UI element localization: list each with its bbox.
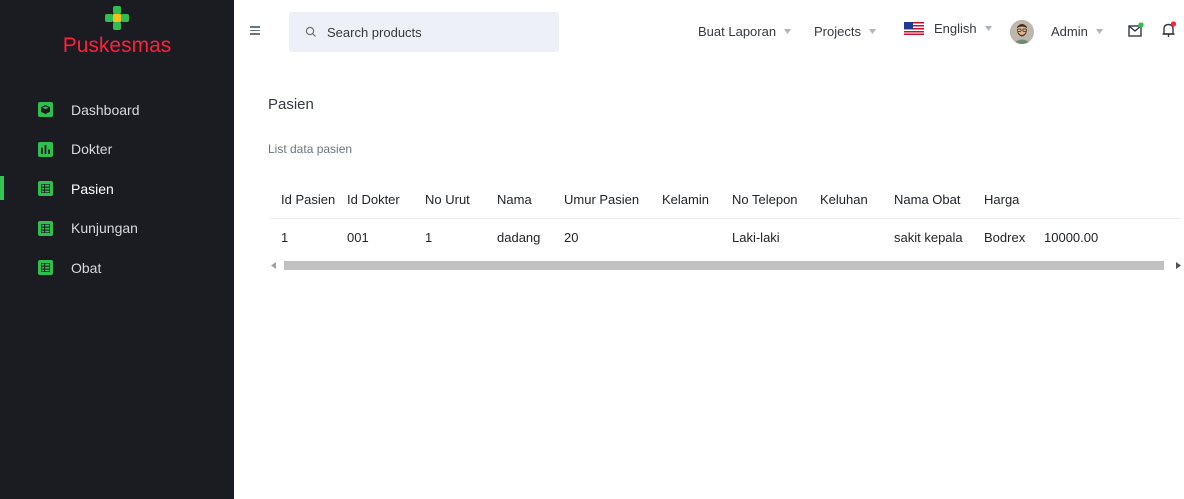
table-cell: 1	[425, 229, 433, 245]
column-header: No Urut	[425, 182, 497, 219]
chevron-down-icon	[984, 26, 992, 31]
user-dropdown-label: Admin	[1051, 24, 1088, 39]
table-cell: Laki-laki	[732, 229, 780, 245]
sidebar-item-label: Obat	[71, 259, 102, 276]
column-header: Harga	[984, 182, 1044, 219]
column-header: Keluhan	[820, 182, 894, 219]
mail-icon[interactable]	[1127, 21, 1145, 39]
menu-toggle-icon[interactable]	[250, 26, 260, 35]
search-icon	[305, 26, 316, 37]
search-input[interactable]	[327, 24, 547, 40]
bell-icon[interactable]	[1160, 21, 1178, 39]
bar-chart-icon	[38, 141, 53, 157]
main-content: Pasien List data pasien Id Pasien Id Dok…	[234, 66, 1184, 499]
sidebar-item-label: Dokter	[71, 141, 113, 158]
page-subtitle: List data pasien	[268, 142, 353, 156]
search-box[interactable]	[289, 12, 559, 52]
scroll-left-arrow-icon[interactable]	[270, 262, 278, 269]
sidebar-item-label: Kunjungan	[71, 220, 138, 237]
table-cell: 001	[347, 229, 369, 245]
table-cell: 10000.00	[1044, 229, 1099, 245]
language-dropdown-label: English	[934, 21, 977, 36]
us-flag-icon	[904, 22, 924, 35]
report-dropdown[interactable]: Buat Laporan	[698, 24, 792, 39]
brand-name: Puskesmas	[62, 34, 172, 57]
scroll-right-arrow-icon[interactable]	[1174, 262, 1182, 269]
sidebar-item-kunjungan[interactable]: Kunjungan	[0, 209, 234, 249]
table-row[interactable]: 1 001 1 dadang 20 Laki-laki sakit kepala…	[270, 218, 1181, 256]
table-cell	[820, 218, 894, 256]
scrollbar-thumb[interactable]	[284, 261, 1164, 270]
table-icon	[38, 260, 53, 276]
brand[interactable]: Puskesmas	[0, 0, 234, 86]
table-cell: dadang	[497, 229, 541, 245]
column-header: Nama Obat	[894, 182, 984, 219]
patient-table-container: Id Pasien Id Dokter No Urut Nama Umur Pa…	[270, 182, 1182, 256]
sidebar-nav: Dashboard Dokter Pasien Kunjungan Obat	[0, 90, 234, 288]
sidebar-item-dokter[interactable]: Dokter	[0, 130, 234, 170]
sidebar-item-obat[interactable]: Obat	[0, 248, 234, 288]
sidebar-item-label: Dashboard	[71, 101, 140, 118]
topbar: Buat Laporan Projects English	[234, 0, 1184, 66]
sidebar-item-dashboard[interactable]: Dashboard	[0, 90, 234, 130]
table-cell: 1	[281, 229, 289, 245]
chevron-down-icon	[868, 29, 876, 34]
column-header: Umur Pasien	[564, 182, 662, 219]
column-header: Id Pasien	[270, 182, 347, 219]
user-avatar-icon	[1010, 20, 1034, 44]
table-cell: 20	[564, 229, 579, 245]
column-header: Nama	[497, 182, 564, 219]
horizontal-scrollbar[interactable]	[270, 259, 1182, 272]
table-cell: Bodrex	[984, 229, 1026, 245]
column-header: No Telepon	[732, 182, 820, 219]
projects-dropdown[interactable]: Projects	[814, 24, 876, 39]
column-header: Kelamin	[662, 182, 732, 219]
page-title: Pasien	[268, 96, 314, 113]
avatar[interactable]	[1010, 20, 1034, 44]
projects-dropdown-label: Projects	[814, 24, 861, 39]
report-dropdown-label: Buat Laporan	[698, 24, 777, 39]
cube-icon	[38, 102, 53, 118]
table-cell	[662, 218, 732, 256]
puskesmas-logo-icon	[105, 6, 129, 30]
table-icon	[38, 181, 53, 197]
patient-table: Id Pasien Id Dokter No Urut Nama Umur Pa…	[270, 182, 1181, 256]
column-header: Id Dokter	[347, 182, 425, 219]
column-header-empty	[1044, 182, 1181, 219]
sidebar-item-label: Pasien	[71, 180, 114, 197]
sidebar: Puskesmas Dashboard Dokter Pasien Kunjun…	[0, 0, 234, 499]
table-cell: sakit kepala	[894, 229, 963, 245]
language-dropdown[interactable]: English	[904, 21, 992, 36]
chevron-down-icon	[784, 29, 792, 34]
sidebar-item-pasien[interactable]: Pasien	[0, 169, 234, 209]
table-header-row: Id Pasien Id Dokter No Urut Nama Umur Pa…	[270, 182, 1181, 219]
table-icon	[38, 220, 53, 236]
user-dropdown[interactable]: Admin	[1051, 24, 1103, 39]
chevron-down-icon	[1095, 29, 1103, 34]
